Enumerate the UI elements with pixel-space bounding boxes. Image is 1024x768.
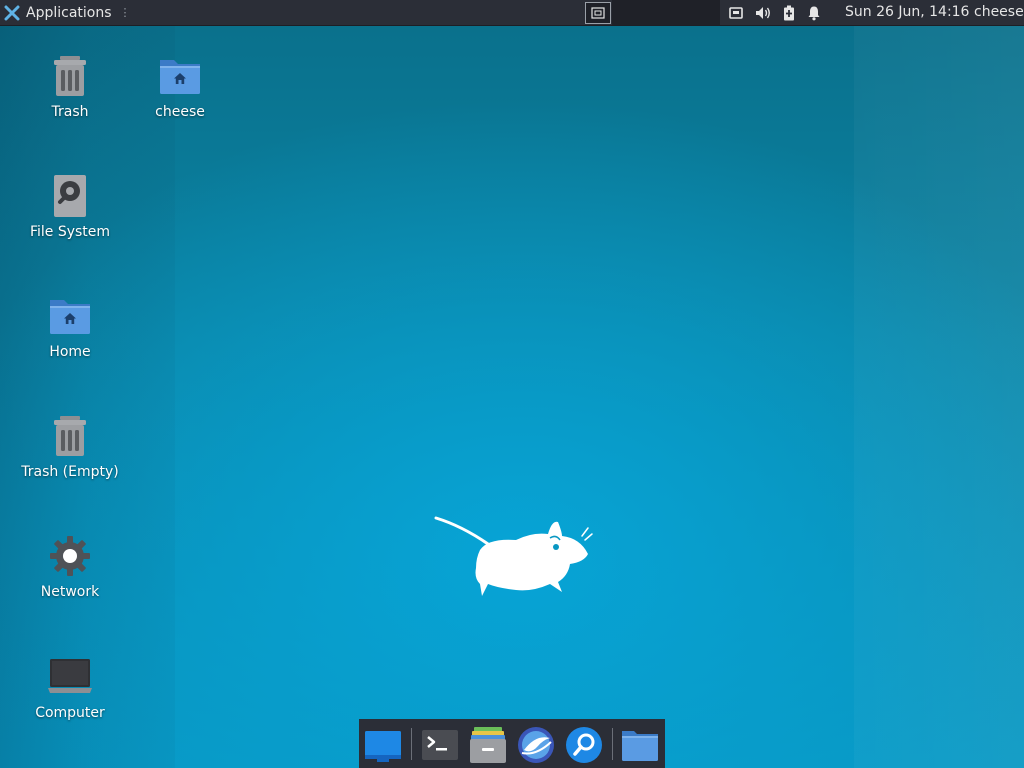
notification-bell-icon[interactable] xyxy=(806,5,822,21)
app-finder-icon[interactable] xyxy=(565,726,603,764)
computer-icon xyxy=(48,659,92,693)
wallpaper-shade-right xyxy=(854,26,1024,768)
xfce-mouse-logo xyxy=(434,516,593,596)
bottom-dock xyxy=(359,719,665,768)
window-buttons-area[interactable] xyxy=(612,0,720,25)
top-panel: Applications ⋮ Sun 26 Jun, 14:16 cheese xyxy=(0,0,1024,26)
desktop-icon-network[interactable]: Network xyxy=(15,532,125,600)
user-menu[interactable]: cheese xyxy=(974,0,1024,25)
network-gear-icon xyxy=(50,536,90,576)
network-icon[interactable] xyxy=(728,5,744,21)
desktop-icon-label: Network xyxy=(40,584,100,600)
applications-menu-button[interactable]: Applications ⋮ xyxy=(4,0,137,25)
folder-icon[interactable] xyxy=(621,726,659,764)
desktop-icon-label: Home xyxy=(49,344,91,360)
dock-separator xyxy=(411,728,412,760)
desktop-icon-computer[interactable]: Computer xyxy=(15,653,125,721)
show-desktop-icon[interactable] xyxy=(364,726,402,764)
trash-icon xyxy=(54,416,86,456)
trash-icon xyxy=(54,56,86,96)
desktop-icon-cheese[interactable]: cheese xyxy=(125,52,235,120)
desktop-icon-label: Trash (Empty) xyxy=(21,464,119,480)
dock-separator xyxy=(612,728,613,760)
harddrive-icon xyxy=(54,175,86,217)
home-folder-icon xyxy=(50,300,90,334)
volume-icon[interactable] xyxy=(754,5,772,21)
applications-label: Applications xyxy=(26,4,112,21)
desktop-icon-trash[interactable]: Trash xyxy=(15,52,125,120)
desktop-icon-file-system[interactable]: File System xyxy=(15,172,125,240)
desktop-icon-home[interactable]: Home xyxy=(15,292,125,360)
desktop-icon-label: cheese xyxy=(155,104,205,120)
battery-icon[interactable] xyxy=(782,5,796,21)
system-tray xyxy=(728,0,822,25)
desktop-icon-label: File System xyxy=(29,224,111,240)
desktop-icon-label: Trash xyxy=(51,104,89,120)
terminal-icon[interactable] xyxy=(421,726,459,764)
clock[interactable]: Sun 26 Jun, 14:16 xyxy=(845,0,969,25)
file-manager-icon[interactable] xyxy=(469,726,507,764)
desktop-icon-label: Computer xyxy=(35,705,105,721)
workspace-switcher[interactable] xyxy=(585,2,611,24)
panel-handle-icon: ⋮ xyxy=(119,6,131,19)
web-browser-icon[interactable] xyxy=(517,726,555,764)
workspace-icon xyxy=(591,7,605,19)
xfce-logo-icon xyxy=(4,5,20,20)
desktop-icon-trash-empty[interactable]: Trash (Empty) xyxy=(15,412,125,480)
home-folder-icon xyxy=(160,60,200,94)
